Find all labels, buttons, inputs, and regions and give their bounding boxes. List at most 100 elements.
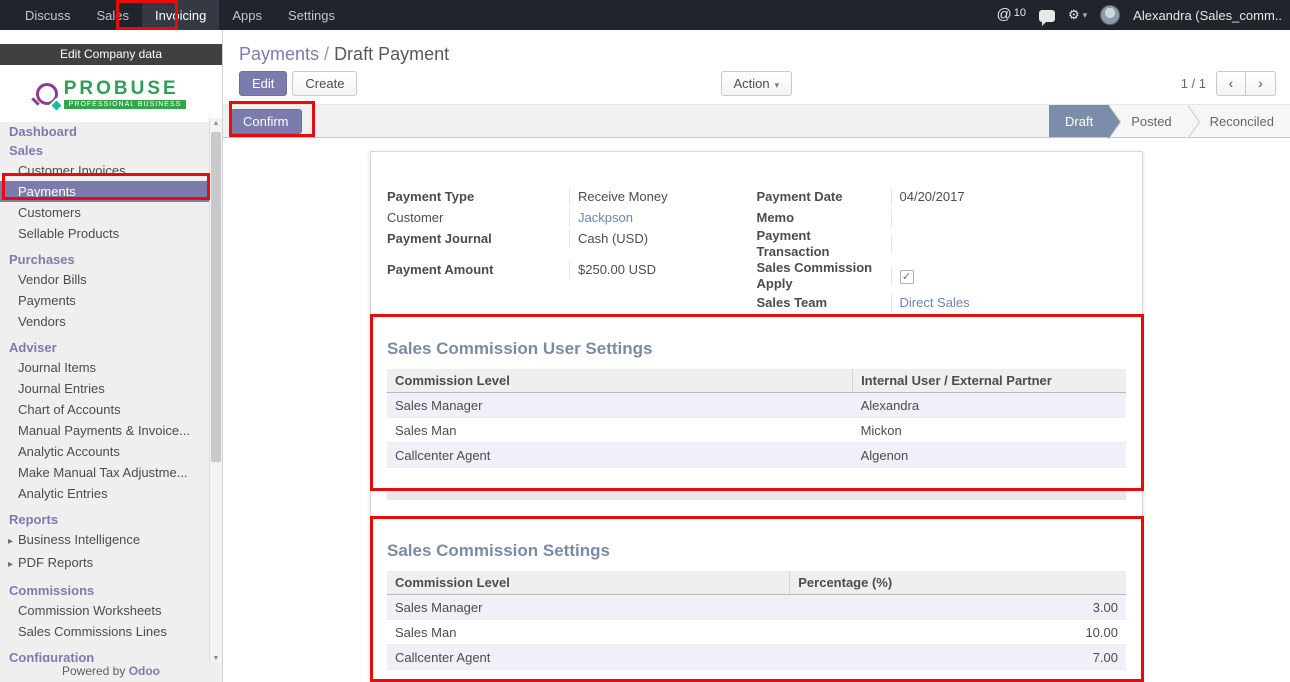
top-menu-list: Discuss Sales Invoicing Apps Settings	[0, 0, 348, 30]
create-button[interactable]: Create	[292, 71, 357, 96]
sidebar-item-sales-commissions-lines[interactable]: Sales Commissions Lines	[0, 621, 209, 642]
pager-value: 1 / 1	[1181, 76, 1206, 91]
avatar[interactable]	[1100, 5, 1120, 25]
sidebar-header-purchases[interactable]: Purchases	[0, 250, 222, 269]
sales-commission-apply-checkbox[interactable]: ✓	[900, 270, 914, 284]
edit-button[interactable]: Edit	[239, 71, 287, 96]
edit-company-button[interactable]: Edit Company data	[0, 44, 222, 65]
gear-icon: ⚙	[1068, 7, 1080, 23]
sidebar-header: Edit Company data PROBUSE PROFESSIONAL B…	[0, 30, 222, 122]
table-row[interactable]: Sales Man 10.00	[387, 620, 1126, 645]
odoo-link[interactable]: Odoo	[129, 664, 160, 678]
expand-arrow-icon: ▸	[8, 534, 14, 549]
field-payment-amount: Payment Amount $250.00 USD	[387, 259, 757, 280]
nav-sales[interactable]: Sales	[84, 0, 143, 30]
breadcrumb-payments[interactable]: Payments	[239, 44, 319, 64]
sidebar-item-vendor-bills[interactable]: Vendor Bills	[0, 269, 209, 290]
scroll-up-icon[interactable]: ▲	[210, 120, 222, 127]
sidebar-item-manual-payments-invoice[interactable]: Manual Payments & Invoice...	[0, 420, 209, 441]
sidebar-header-reports[interactable]: Reports	[0, 510, 222, 529]
table-row[interactable]: Sales Manager Alexandra	[387, 393, 1126, 418]
control-panel: Edit Create Action▾ 1 / 1 ‹ ›	[223, 66, 1290, 104]
sidebar-item-chart-of-accounts[interactable]: Chart of Accounts	[0, 399, 209, 420]
sidebar-item-purchase-payments[interactable]: Payments	[0, 290, 209, 311]
column-internal-user[interactable]: Internal User / External Partner	[853, 369, 1126, 393]
table-row[interactable]: Sales Manager 3.00	[387, 595, 1126, 620]
status-steps: Draft Posted Reconciled	[1049, 105, 1290, 137]
sidebar-item-analytic-entries[interactable]: Analytic Entries	[0, 483, 209, 504]
chat-icon[interactable]	[1039, 10, 1055, 22]
scroll-down-icon[interactable]: ▼	[210, 655, 222, 662]
sidebar-header-adviser[interactable]: Adviser	[0, 338, 222, 357]
statusbar: Confirm Draft Posted Reconciled	[223, 104, 1290, 138]
sidebar-item-journal-entries[interactable]: Journal Entries	[0, 378, 209, 399]
chevron-down-icon: ▾	[1083, 10, 1088, 21]
logo-text: PROBUSE	[64, 79, 179, 99]
field-memo: Memo	[757, 207, 1127, 228]
nav-invoicing[interactable]: Invoicing	[142, 0, 219, 30]
status-reconciled[interactable]: Reconciled	[1188, 105, 1290, 137]
sidebar-menu: Dashboard Sales Customer Invoices Paymen…	[0, 122, 222, 667]
sidebar-item-commission-worksheets[interactable]: Commission Worksheets	[0, 600, 209, 621]
body-layout: Edit Company data PROBUSE PROFESSIONAL B…	[0, 30, 1290, 682]
sidebar-item-make-manual-tax-adjustment[interactable]: Make Manual Tax Adjustme...	[0, 462, 209, 483]
diamond-icon	[48, 98, 64, 114]
sidebar-header-sales[interactable]: Sales	[0, 141, 222, 160]
pager-next-button[interactable]: ›	[1246, 71, 1276, 96]
sidebar-item-journal-items[interactable]: Journal Items	[0, 357, 209, 378]
commission-settings-table: Commission Level Percentage (%) Sales Ma…	[387, 571, 1126, 670]
table-row[interactable]: Callcenter Agent 7.00	[387, 645, 1126, 670]
debug-menu[interactable]: ⚙ ▾	[1068, 7, 1087, 23]
memo-value	[891, 209, 1127, 227]
logo-tagline: PROFESSIONAL BUSINESS	[64, 100, 187, 109]
user-settings-table: Commission Level Internal User / Externa…	[387, 369, 1126, 468]
column-percentage[interactable]: Percentage (%)	[790, 571, 1126, 595]
action-dropdown[interactable]: Action▾	[721, 71, 793, 96]
sidebar-item-customers[interactable]: Customers	[0, 202, 209, 223]
sidebar-item-sellable-products[interactable]: Sellable Products	[0, 223, 209, 244]
sidebar-scrollbar[interactable]: ▲ ▼	[209, 118, 222, 664]
nav-settings[interactable]: Settings	[275, 0, 348, 30]
sales-team-link[interactable]: Direct Sales	[891, 294, 1127, 312]
customer-link[interactable]: Jackpson	[569, 209, 757, 227]
commission-settings-title: Sales Commission Settings	[387, 541, 1126, 561]
field-customer: Customer Jackpson	[387, 207, 757, 228]
company-logo[interactable]: PROBUSE PROFESSIONAL BUSINESS	[0, 71, 222, 117]
payment-form: Payment Type Receive Money Customer Jack…	[387, 186, 1126, 313]
table-row[interactable]: Callcenter Agent Algenon	[387, 443, 1126, 468]
pager-previous-button[interactable]: ‹	[1216, 71, 1246, 96]
column-commission-level[interactable]: Commission Level	[387, 369, 853, 393]
sidebar-item-business-intelligence[interactable]: ▸Business Intelligence	[0, 529, 209, 552]
sidebar-item-analytic-accounts[interactable]: Analytic Accounts	[0, 441, 209, 462]
status-draft[interactable]: Draft	[1049, 105, 1109, 137]
column-commission-level[interactable]: Commission Level	[387, 571, 790, 595]
sidebar-header-commissions[interactable]: Commissions	[0, 581, 222, 600]
sidebar-item-payments[interactable]: Payments	[0, 181, 209, 202]
mention-counter[interactable]: @ 10	[996, 7, 1025, 23]
sidebar-header-dashboard[interactable]: Dashboard	[0, 122, 222, 141]
sidebar-item-pdf-reports[interactable]: ▸PDF Reports	[0, 552, 209, 575]
sidebar-item-customer-invoices[interactable]: Customer Invoices	[0, 160, 209, 181]
field-payment-type: Payment Type Receive Money	[387, 186, 757, 207]
payment-type-value: Receive Money	[569, 188, 757, 206]
user-menu[interactable]: Alexandra (Sales_comm..	[1133, 8, 1282, 23]
user-settings-title: Sales Commission User Settings	[387, 339, 1126, 359]
page-title: Draft Payment	[334, 44, 449, 64]
confirm-button[interactable]: Confirm	[230, 109, 302, 134]
chevron-down-icon: ▾	[775, 80, 780, 90]
nav-discuss[interactable]: Discuss	[12, 0, 84, 30]
nav-apps[interactable]: Apps	[219, 0, 275, 30]
payment-amount-value: $250.00 USD	[569, 261, 757, 279]
field-sales-team: Sales Team Direct Sales	[757, 292, 1127, 313]
field-sales-commission-apply: Sales Commission Apply ✓	[757, 260, 1127, 292]
scrollbar-thumb[interactable]	[211, 132, 221, 462]
powered-by: Powered by Odoo	[0, 662, 222, 680]
breadcrumb-separator: /	[324, 44, 329, 64]
table-row[interactable]: Sales Man Mickon	[387, 418, 1126, 443]
sidebar: Edit Company data PROBUSE PROFESSIONAL B…	[0, 30, 223, 682]
top-navbar: Discuss Sales Invoicing Apps Settings @ …	[0, 0, 1290, 30]
at-icon: @	[996, 7, 1011, 23]
main-content: Payments/Draft Payment Edit Create Actio…	[223, 30, 1290, 682]
sidebar-item-vendors[interactable]: Vendors	[0, 311, 209, 332]
field-payment-date: Payment Date 04/20/2017	[757, 186, 1127, 207]
